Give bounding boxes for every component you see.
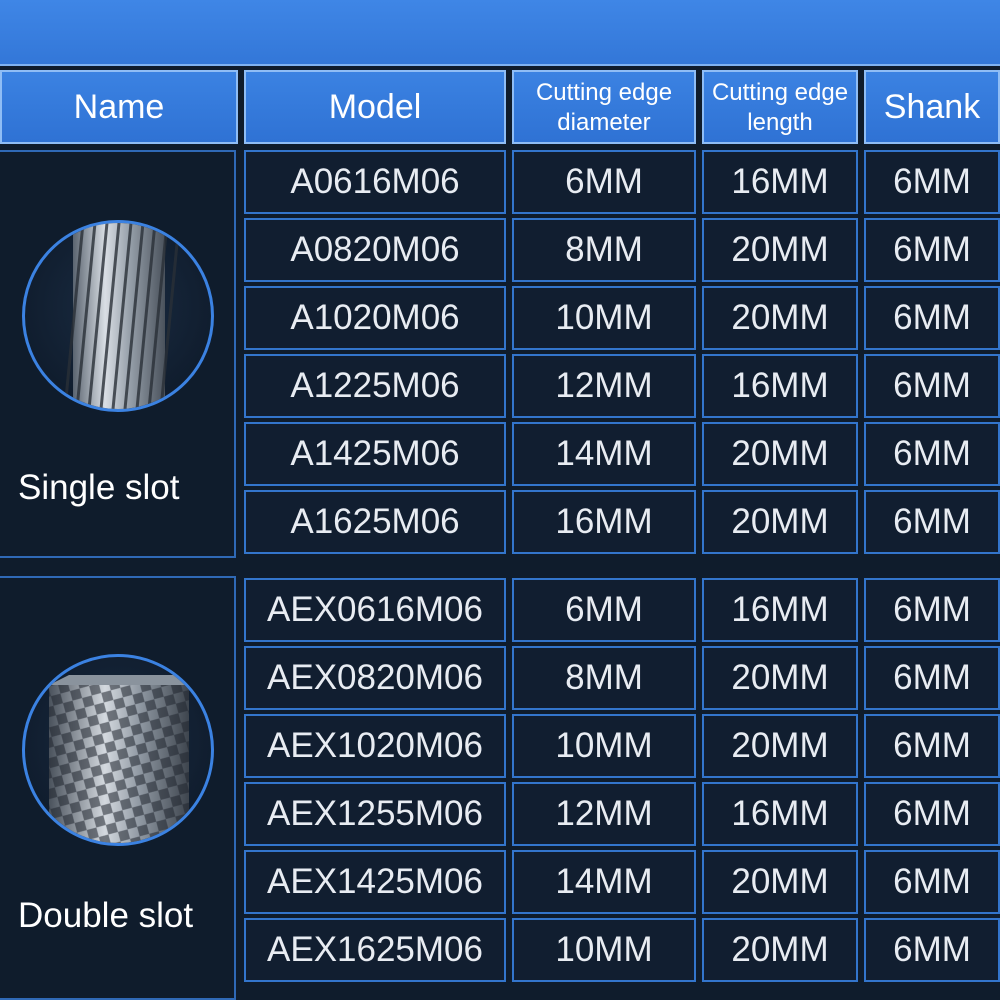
- header-length-line2: length: [747, 109, 813, 136]
- diameter-cell: 14MM: [512, 422, 696, 486]
- diameter-cell: 6MM: [512, 578, 696, 642]
- length-cell: 20MM: [702, 918, 858, 982]
- top-banner: [0, 0, 1000, 66]
- length-cell: 20MM: [702, 218, 858, 282]
- shank-cell: 6MM: [864, 286, 1000, 350]
- length-cell: 20MM: [702, 286, 858, 350]
- model-cell: AEX1020M06: [244, 714, 506, 778]
- model-cell: AEX0820M06: [244, 646, 506, 710]
- name-double-slot: Double slot: [18, 896, 194, 935]
- length-cell: 16MM: [702, 782, 858, 846]
- header-cutting-edge-length: Cutting edge length: [702, 70, 858, 144]
- diameter-cell: 6MM: [512, 150, 696, 214]
- diameter-cell: 8MM: [512, 218, 696, 282]
- header-length-line1: Cutting edge: [711, 79, 849, 106]
- name-single-slot: Single slot: [18, 468, 180, 507]
- single-slot-burr-graphic: [63, 223, 181, 409]
- length-cell: 20MM: [702, 850, 858, 914]
- model-cell: AEX1255M06: [244, 782, 506, 846]
- shank-cell: 6MM: [864, 490, 1000, 554]
- shank-cell: 6MM: [864, 918, 1000, 982]
- diameter-cell: 8MM: [512, 646, 696, 710]
- shank-cell: 6MM: [864, 714, 1000, 778]
- length-cell: 20MM: [702, 422, 858, 486]
- header-model: Model: [244, 70, 506, 144]
- diameter-cell: 10MM: [512, 918, 696, 982]
- model-cell: AEX1425M06: [244, 850, 506, 914]
- diameter-cell: 10MM: [512, 714, 696, 778]
- double-slot-burr-graphic: [49, 675, 189, 843]
- name-cell-double-slot: Double slot: [0, 576, 236, 1000]
- length-cell: 20MM: [702, 646, 858, 710]
- diameter-cell: 12MM: [512, 354, 696, 418]
- diameter-cell: 16MM: [512, 490, 696, 554]
- model-cell: A0820M06: [244, 218, 506, 282]
- model-cell: A0616M06: [244, 150, 506, 214]
- model-cell: A1020M06: [244, 286, 506, 350]
- header-diameter-line2: diameter: [557, 109, 651, 136]
- model-cell: AEX0616M06: [244, 578, 506, 642]
- single-slot-burr-image: [22, 220, 214, 412]
- name-cell-single-slot: Single slot: [0, 150, 236, 558]
- length-cell: 16MM: [702, 578, 858, 642]
- shank-cell: 6MM: [864, 578, 1000, 642]
- length-cell: 20MM: [702, 490, 858, 554]
- diameter-cell: 12MM: [512, 782, 696, 846]
- shank-cell: 6MM: [864, 354, 1000, 418]
- header-shank: Shank: [864, 70, 1000, 144]
- diameter-cell: 10MM: [512, 286, 696, 350]
- header-cutting-edge-diameter: Cutting edge diameter: [512, 70, 696, 144]
- diameter-cell: 14MM: [512, 850, 696, 914]
- length-cell: 16MM: [702, 150, 858, 214]
- length-cell: 20MM: [702, 714, 858, 778]
- model-cell: A1425M06: [244, 422, 506, 486]
- length-cell: 16MM: [702, 354, 858, 418]
- shank-cell: 6MM: [864, 150, 1000, 214]
- shank-cell: 6MM: [864, 782, 1000, 846]
- shank-cell: 6MM: [864, 218, 1000, 282]
- model-cell: AEX1625M06: [244, 918, 506, 982]
- shank-cell: 6MM: [864, 646, 1000, 710]
- double-slot-burr-image: [22, 654, 214, 846]
- header-name: Name: [0, 70, 238, 144]
- shank-cell: 6MM: [864, 422, 1000, 486]
- shank-cell: 6MM: [864, 850, 1000, 914]
- header-diameter-line1: Cutting edge: [535, 79, 673, 106]
- model-cell: A1625M06: [244, 490, 506, 554]
- model-cell: A1225M06: [244, 354, 506, 418]
